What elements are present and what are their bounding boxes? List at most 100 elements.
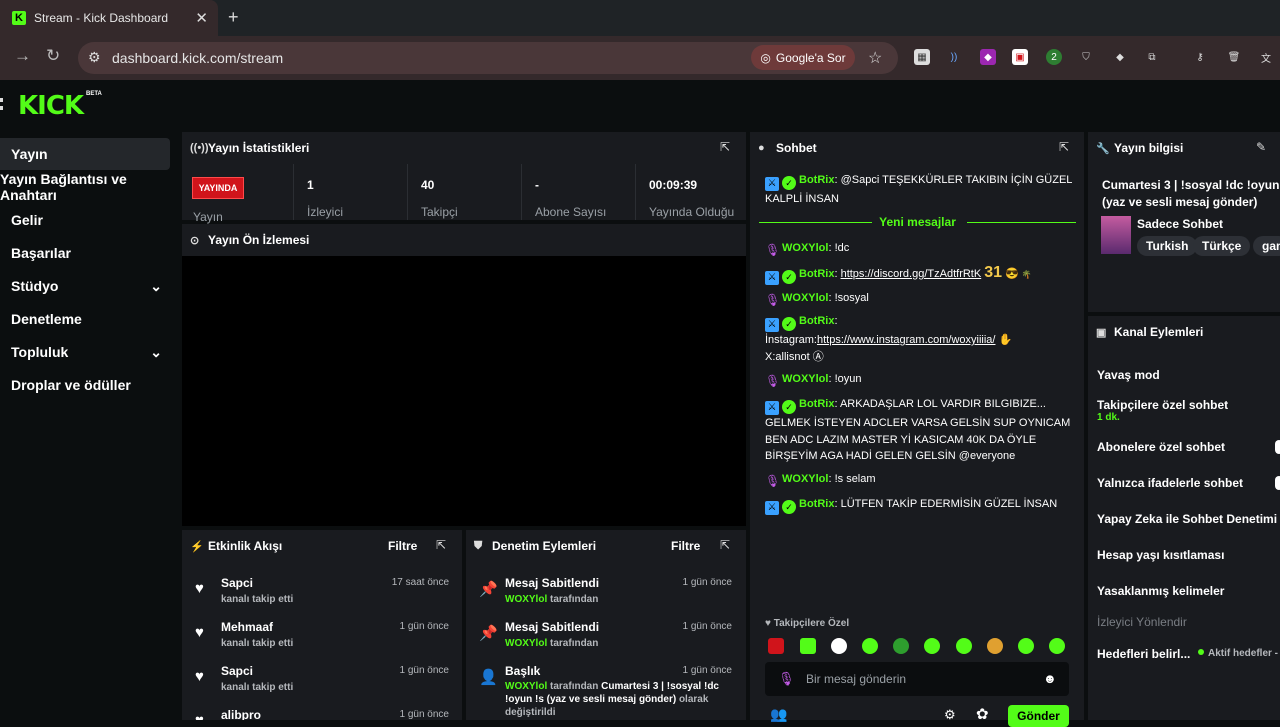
subscribers-only-toggle[interactable] bbox=[1275, 440, 1280, 454]
activity-filter-button[interactable]: Filtre bbox=[388, 539, 417, 553]
stream-tag[interactable]: Türkçe bbox=[1193, 236, 1251, 256]
forward-icon[interactable]: → bbox=[14, 46, 31, 66]
users-icon[interactable]: 👥 bbox=[770, 706, 787, 723]
gift-icon[interactable]: ✿ bbox=[976, 705, 989, 723]
sidebar-item-gelir[interactable]: Gelir bbox=[0, 204, 170, 236]
chat-username[interactable]: BotRix bbox=[799, 315, 834, 327]
menu-icon[interactable] bbox=[0, 98, 3, 110]
sidebar-item-stream-key[interactable]: Yayın Bağlantısı ve Anahtarı bbox=[0, 171, 180, 203]
moderator-name[interactable]: WOXYlol bbox=[505, 638, 547, 649]
category-thumbnail[interactable] bbox=[1101, 216, 1131, 254]
stream-preview-video[interactable] bbox=[182, 256, 746, 526]
settings-icon[interactable]: ⚙ bbox=[944, 707, 956, 723]
extension-grid-icon[interactable]: ▦ bbox=[914, 49, 930, 65]
sidebar-item-denetleme[interactable]: Denetleme bbox=[0, 303, 170, 335]
emote-icon[interactable] bbox=[1049, 638, 1065, 654]
chat-username[interactable]: BotRix bbox=[799, 498, 834, 510]
followers-only-chat-label[interactable]: Takipçilere özel sohbet bbox=[1097, 398, 1228, 412]
chat-link[interactable]: https://www.instagram.com/woxyiiiia/ bbox=[817, 334, 996, 346]
verified-badge-icon: ✓ bbox=[782, 400, 796, 414]
extensions-puzzle-icon[interactable]: ⧉ bbox=[1144, 49, 1160, 65]
chat-username[interactable]: WOXYlol bbox=[782, 473, 828, 485]
address-bar[interactable]: ⚙ dashboard.kick.com/stream ◎ Google'a So… bbox=[78, 42, 898, 74]
send-button[interactable]: Gönder bbox=[1008, 705, 1069, 727]
emote-icon[interactable] bbox=[924, 638, 940, 654]
reload-icon[interactable]: ↻ bbox=[46, 46, 60, 66]
emote-icon[interactable] bbox=[800, 638, 816, 654]
moderation-item-title: Mesaj Sabitlendi bbox=[505, 620, 600, 634]
emote-icon[interactable] bbox=[768, 638, 784, 654]
close-tab-icon[interactable]: ✕ bbox=[195, 9, 208, 27]
emoji-picker-icon[interactable]: ☻ bbox=[1043, 671, 1057, 686]
extension-purple-icon[interactable]: ◆ bbox=[980, 49, 996, 65]
emotes-only-label[interactable]: Yalnızca ifadelerle sohbet bbox=[1097, 476, 1243, 490]
sidebar-item-basarilar[interactable]: Başarılar bbox=[0, 237, 170, 269]
ai-moderation-label[interactable]: Yapay Zeka ile Sohbet Denetimi bbox=[1097, 512, 1277, 526]
extension-wave-icon[interactable]: )) bbox=[946, 49, 962, 65]
chat-username[interactable]: BotRix bbox=[799, 174, 834, 186]
ask-google-button[interactable]: ◎ Google'a Sor bbox=[751, 45, 855, 70]
emote-icon[interactable] bbox=[893, 638, 909, 654]
emote-icon[interactable] bbox=[831, 638, 847, 654]
raid-label[interactable]: İzleyici Yönlendir bbox=[1097, 615, 1187, 629]
emote-icon[interactable] bbox=[956, 638, 972, 654]
lightning-icon: ⚡ bbox=[190, 540, 204, 553]
popout-icon[interactable]: ⇱ bbox=[436, 538, 446, 552]
chat-message: ⚔ ✓ BotRix: ARKADAŞLAR LOL VARDIR BILGIBIZ… bbox=[765, 398, 1071, 462]
subscribers-only-label[interactable]: Abonelere özel sohbet bbox=[1097, 440, 1225, 454]
sidebar-item-droplar[interactable]: Droplar ve ödüller bbox=[0, 369, 170, 401]
emote-icon[interactable] bbox=[862, 638, 878, 654]
emote-icon[interactable] bbox=[987, 638, 1003, 654]
banned-words-label[interactable]: Yasaklanmış kelimeler bbox=[1097, 584, 1224, 598]
moderation-suffix: olarak bbox=[678, 694, 709, 705]
extension-shield-icon[interactable]: ⛉ bbox=[1078, 49, 1094, 65]
sidebar-item-studyo[interactable]: Stüdyo ⌄ bbox=[0, 270, 170, 302]
popout-icon[interactable]: ⇱ bbox=[720, 140, 730, 154]
emote-icon[interactable] bbox=[1018, 638, 1034, 654]
popout-icon[interactable]: ⇱ bbox=[720, 538, 730, 552]
extension-green-icon[interactable]: 2 bbox=[1046, 49, 1062, 65]
chat-username[interactable]: WOXYlol bbox=[782, 373, 828, 385]
sidebar-item-topluluk[interactable]: Topluluk ⌄ bbox=[0, 336, 170, 368]
site-settings-icon[interactable]: ⚙ bbox=[88, 49, 101, 66]
sidebar-item-label: Başarılar bbox=[11, 245, 71, 261]
browser-tab[interactable]: K Stream - Kick Dashboard ✕ bbox=[0, 0, 218, 36]
stream-tag[interactable]: Turkish bbox=[1137, 236, 1198, 256]
bookmark-star-icon[interactable]: ☆ bbox=[868, 48, 882, 68]
chat-username[interactable]: WOXYlol bbox=[782, 242, 828, 254]
chat-username[interactable]: WOXYlol bbox=[782, 292, 828, 304]
trash-icon[interactable]: 🗑 bbox=[1226, 49, 1242, 65]
key-icon[interactable]: ⚷ bbox=[1192, 49, 1208, 65]
activity-name[interactable]: alibpro bbox=[221, 708, 261, 720]
activity-header: ⚡ Etkinlik Akışı bbox=[182, 530, 462, 562]
kick-logo[interactable]: KICK bbox=[18, 91, 84, 121]
activity-name[interactable]: Mehmaaf bbox=[221, 620, 273, 634]
sidebar-item-yayin[interactable]: Yayın bbox=[0, 138, 170, 170]
chat-link[interactable]: https://discord.gg/TzAdtfrRtK bbox=[841, 268, 982, 280]
stream-tag[interactable]: gam bbox=[1253, 236, 1280, 256]
translate-icon[interactable]: 文 bbox=[1258, 49, 1274, 65]
extension-diamond-icon[interactable]: ◆ bbox=[1112, 49, 1128, 65]
moderator-name[interactable]: WOXYlol bbox=[505, 594, 547, 605]
chat-username[interactable]: BotRix bbox=[799, 268, 834, 280]
popout-icon[interactable]: ⇱ bbox=[1059, 140, 1069, 154]
activity-name[interactable]: Sapci bbox=[221, 664, 253, 678]
slow-mode-label[interactable]: Yavaş mod bbox=[1097, 368, 1160, 382]
new-tab-icon[interactable]: + bbox=[228, 7, 239, 28]
moderator-name[interactable]: WOXYlol bbox=[505, 681, 547, 692]
mic-icon[interactable]: 🎙 bbox=[778, 671, 795, 687]
extension-red-icon[interactable]: ▣ bbox=[1012, 49, 1028, 65]
chat-username[interactable]: BotRix bbox=[799, 398, 834, 410]
account-age-label[interactable]: Hesap yaşı kısıtlaması bbox=[1097, 548, 1224, 562]
activity-name[interactable]: Sapci bbox=[221, 576, 253, 590]
chat-input[interactable]: 🎙 Bir mesaj gönderin ☻ bbox=[765, 662, 1069, 696]
goals-label[interactable]: Hedefleri belirl... bbox=[1097, 647, 1190, 661]
chat-bubble-icon: ● bbox=[758, 142, 765, 154]
stat-viewers: 1 İzleyici bbox=[293, 164, 407, 220]
edit-icon[interactable]: ✎ bbox=[1256, 140, 1266, 154]
emotes-only-toggle[interactable] bbox=[1275, 476, 1280, 490]
wrench-icon: 🔧 bbox=[1096, 142, 1110, 155]
category-name[interactable]: Sadece Sohbet bbox=[1137, 217, 1223, 231]
moderation-filter-button[interactable]: Filtre bbox=[671, 539, 700, 553]
sidebar-item-label: Denetleme bbox=[11, 311, 82, 327]
